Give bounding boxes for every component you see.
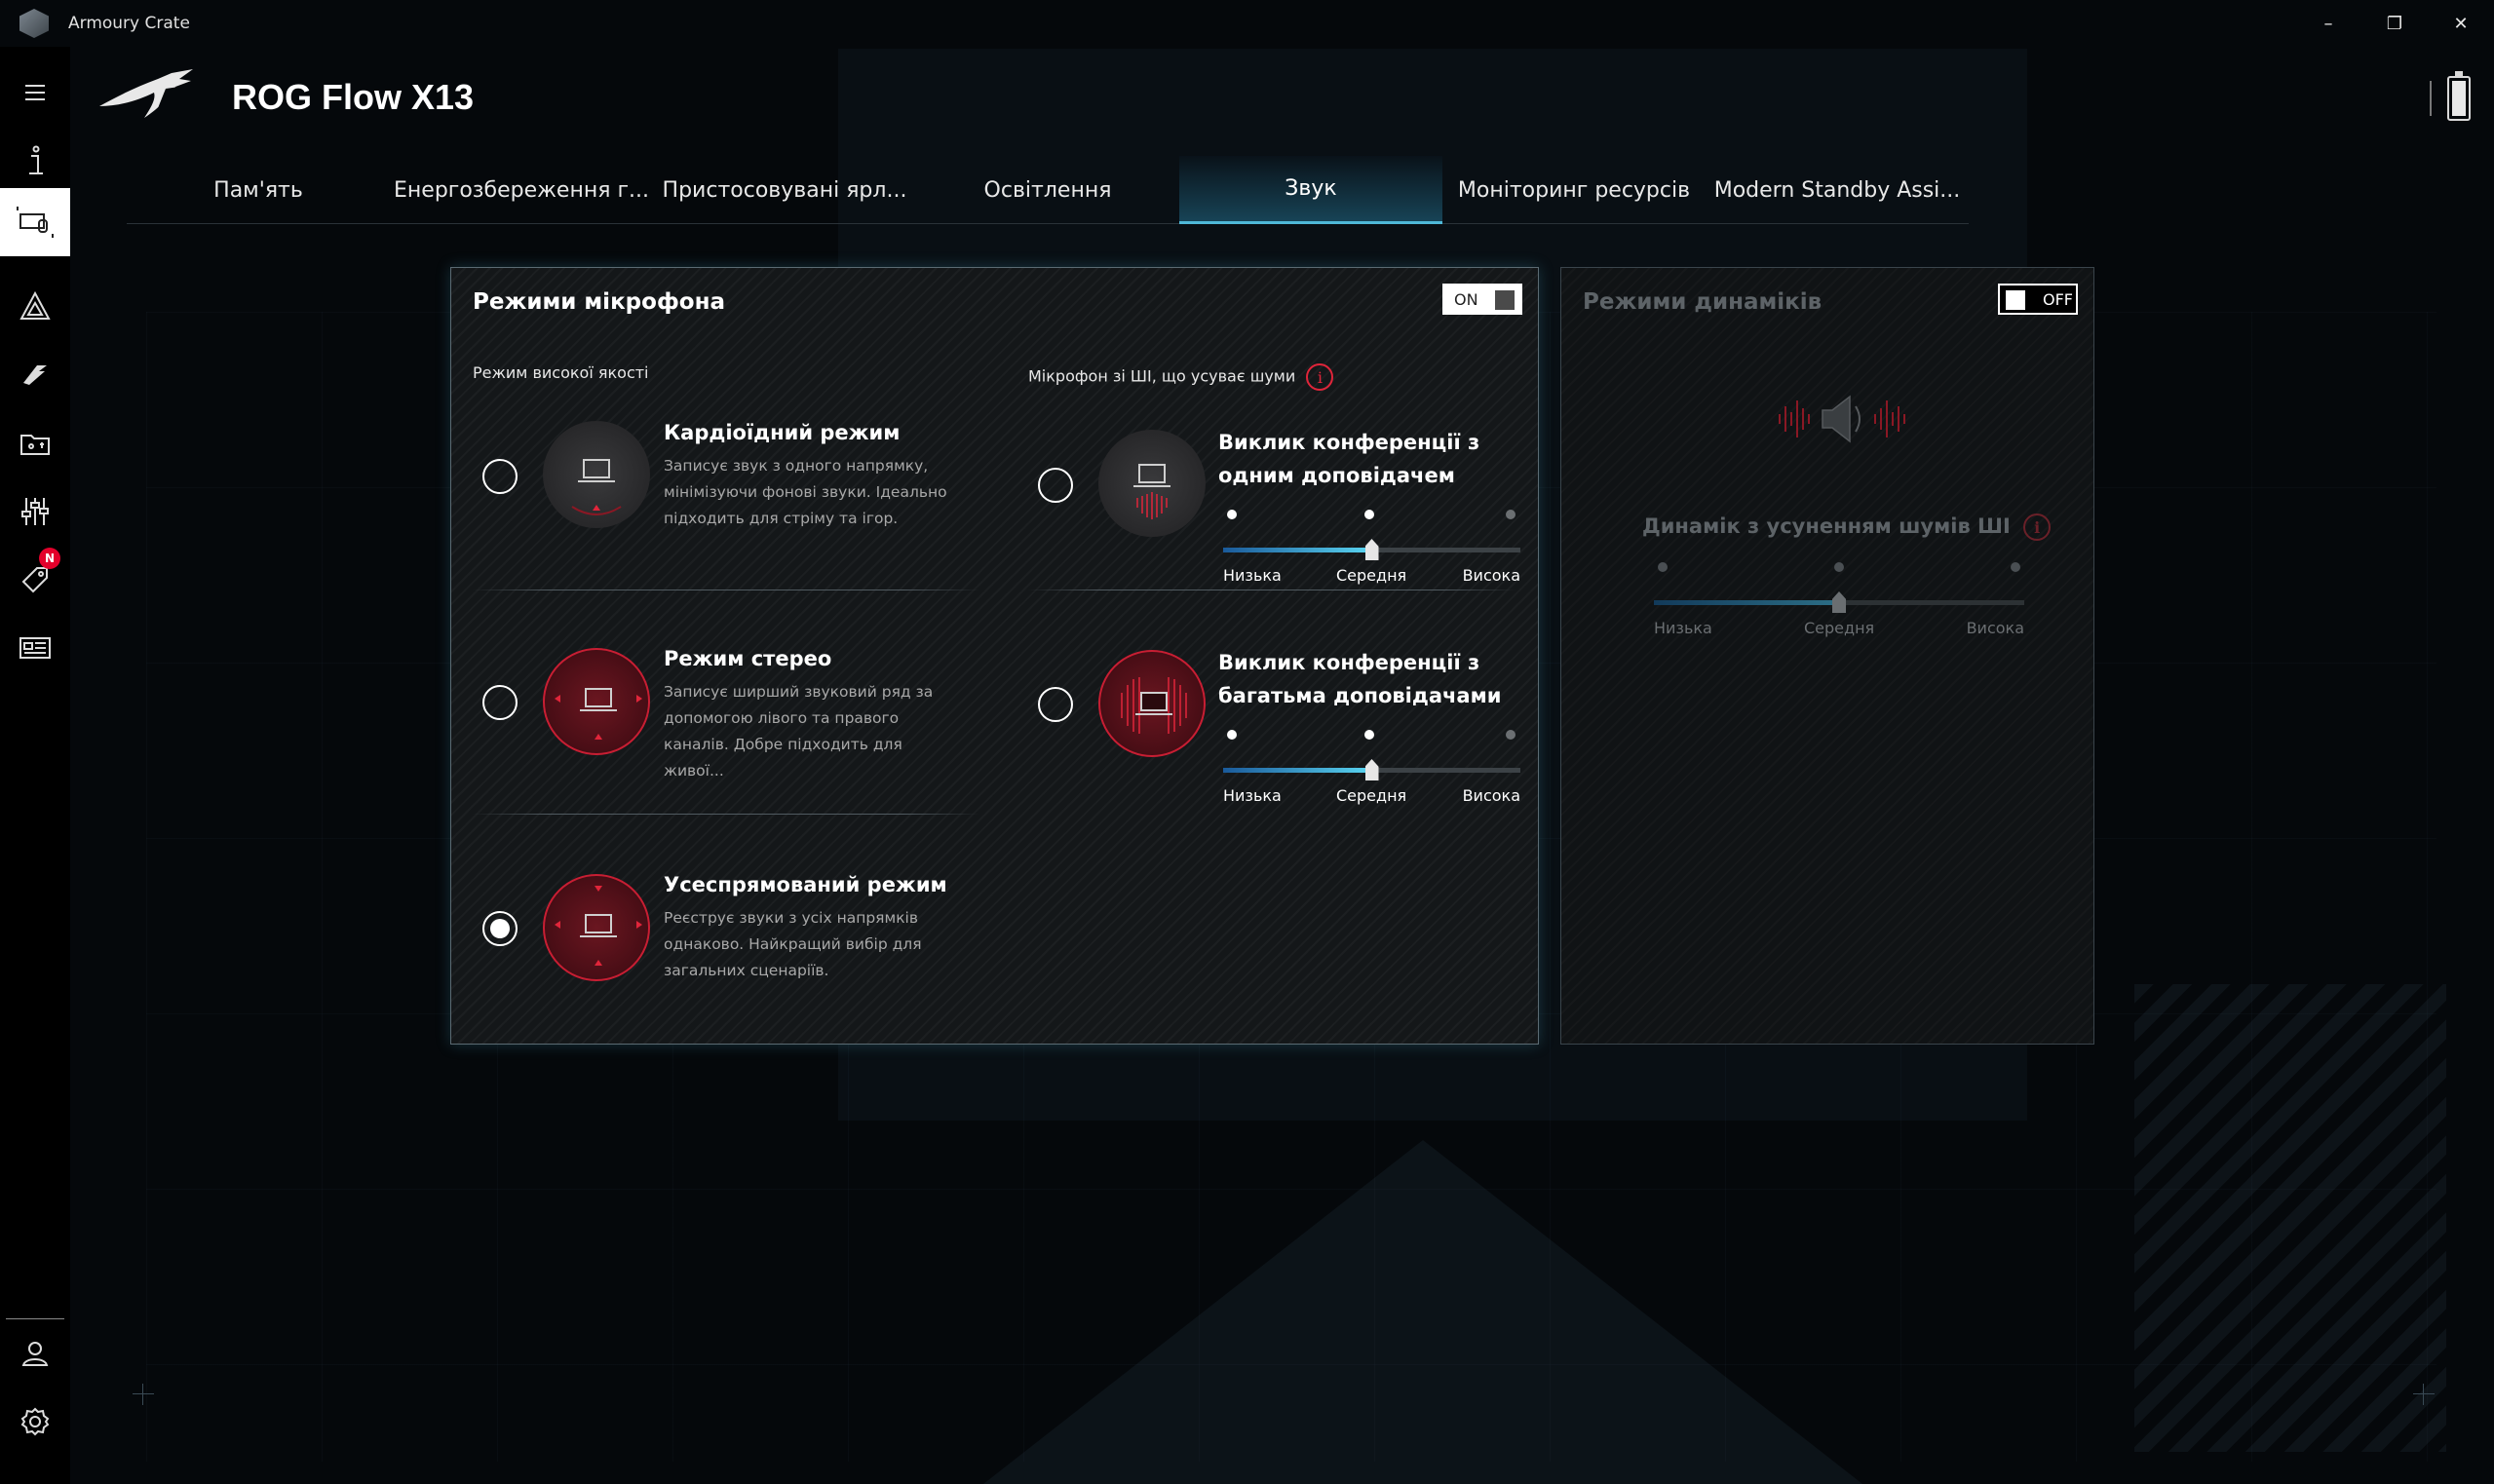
ai-speaker-info-icon[interactable]: i: [2023, 514, 2052, 541]
slider-label-high: Висока: [1966, 619, 2024, 637]
close-button[interactable]: ✕: [2428, 0, 2494, 47]
tab-memory[interactable]: Пам'ять: [127, 156, 390, 224]
info-icon[interactable]: [0, 127, 70, 195]
slider-stop[interactable]: [1834, 562, 1844, 572]
armoury-crate-logo-icon: [19, 9, 49, 38]
ai-mic-info-icon[interactable]: i: [1306, 363, 1334, 391]
multi-speaker-mode-icon: [1098, 650, 1206, 757]
slider-stop[interactable]: [1227, 730, 1237, 740]
multi-speaker-radio[interactable]: [1038, 687, 1073, 722]
single-speaker-title: Виклик конференції з одним доповідачем: [1218, 426, 1479, 492]
slider-label-low: Низька: [1654, 619, 1712, 637]
stereo-desc: Записує ширший звуковий ряд за допомогою…: [664, 683, 934, 780]
settings-icon[interactable]: [0, 1388, 70, 1456]
title-bar: Armoury Crate – ❐ ✕: [0, 0, 2494, 47]
mic-toggle[interactable]: ON: [1442, 284, 1522, 315]
deals-icon[interactable]: N: [0, 546, 70, 614]
slider-label-high: Висока: [1462, 566, 1520, 585]
cardioid-title: Кардіоїдний режим: [664, 421, 901, 444]
tab-lighting[interactable]: Освітлення: [916, 156, 1179, 224]
mic-panel-title: Режими мікрофона: [473, 289, 725, 315]
cardioid-desc: Записує звук з одного напрямку, мінімізу…: [664, 457, 947, 527]
multi-speaker-title-line1: Виклик конференції з: [1218, 651, 1480, 674]
single-speaker-title-line1: Виклик конференції з: [1218, 431, 1480, 454]
speaker-panel-title: Режими динаміків: [1583, 289, 1823, 315]
menu-icon[interactable]: [0, 58, 70, 127]
divider: [473, 814, 979, 815]
speaker-modes-panel: Режими динаміків OFF Динамік з усуненням…: [1560, 267, 2094, 1045]
cardioid-mode-icon: [543, 421, 650, 528]
mic-toggle-label: ON: [1454, 289, 1478, 309]
slider-label-low: Низька: [1223, 566, 1282, 585]
scenario-profiles-icon[interactable]: [0, 477, 70, 546]
ai-mic-label: Мікрофон зі ШІ, що усуває шуми: [1028, 366, 1296, 386]
speaker-wave-icon: [1779, 395, 1905, 443]
tab-custom-hotkeys[interactable]: Пристосовувані ярл...: [653, 156, 916, 224]
omnidirectional-radio[interactable]: [482, 911, 518, 946]
omnidirectional-mode-icon: [543, 874, 650, 981]
slider-fill: [1654, 600, 1839, 605]
cardioid-radio[interactable]: [482, 459, 518, 494]
game-library-icon[interactable]: [0, 409, 70, 477]
slider-thumb[interactable]: [1364, 759, 1379, 780]
tab-power-saving[interactable]: Енергозбереження г...: [390, 156, 653, 224]
omnidirectional-title: Усеспрямований режим: [664, 873, 947, 896]
slider-stop[interactable]: [2011, 562, 2020, 572]
rog-logo-icon: [99, 69, 193, 118]
tab-modern-standby[interactable]: Modern Standby Assi...: [1706, 156, 1969, 224]
window-title: Armoury Crate: [68, 14, 190, 33]
tab-resource-monitor[interactable]: Моніторинг ресурсів: [1442, 156, 1706, 224]
device-header: ROG Flow X13: [97, 58, 474, 136]
speaker-toggle[interactable]: OFF: [1998, 284, 2078, 315]
microphone-modes-panel: Режими мікрофона ON Режим високої якості…: [450, 267, 1539, 1045]
single-speaker-slider[interactable]: Низька Середня Висока: [1223, 510, 1520, 588]
speaker-toggle-label: OFF: [2043, 289, 2073, 309]
multi-speaker-title: Виклик конференції з багатьма доповідача…: [1218, 646, 1501, 712]
single-speaker-mode-icon: [1098, 430, 1206, 537]
omnidirectional-desc: Реєструє звуки з усіх напрямків однаково…: [664, 909, 922, 979]
slider-stop[interactable]: [1506, 510, 1516, 519]
slider-label-mid: Середня: [1804, 619, 1875, 637]
slider-label-mid: Середня: [1336, 566, 1407, 585]
device-tabs: Пам'ять Енергозбереження г... Пристосову…: [127, 156, 1969, 224]
slider-stop[interactable]: [1364, 510, 1374, 519]
restore-button[interactable]: ❐: [2361, 0, 2428, 47]
slider-stop[interactable]: [1227, 510, 1237, 519]
news-icon[interactable]: [0, 614, 70, 682]
stereo-mode-icon: [543, 648, 650, 755]
stereo-title: Режим стерео: [664, 647, 832, 670]
slider-stop[interactable]: [1658, 562, 1668, 572]
stereo-radio[interactable]: [482, 685, 518, 720]
single-speaker-radio[interactable]: [1038, 468, 1073, 503]
slider-thumb[interactable]: [1364, 539, 1379, 560]
single-speaker-title-line2: одним доповідачем: [1218, 464, 1455, 487]
ai-speaker-label: Динамік з усуненням шумів ШІ: [1642, 514, 2011, 538]
slider-stop[interactable]: [1364, 730, 1374, 740]
device-name: ROG Flow X13: [232, 77, 475, 117]
speaker-noise-slider[interactable]: Низька Середня Висока: [1654, 562, 2024, 640]
sidebar: N: [0, 47, 70, 1484]
ai-mic-label-row: Мікрофон зі ШІ, що усуває шуми i: [1028, 363, 1334, 391]
slider-label-mid: Середня: [1336, 786, 1407, 805]
notification-badge: N: [39, 548, 60, 569]
slider-label-low: Низька: [1223, 786, 1282, 805]
armoury-icon[interactable]: [0, 341, 70, 409]
slider-stop[interactable]: [1506, 730, 1516, 740]
ai-speaker-label-row: Динамік з усуненням шумів ШІ i: [1642, 514, 2052, 541]
slider-fill: [1223, 768, 1372, 773]
window-controls: – ❐ ✕: [2295, 0, 2494, 47]
multi-speaker-title-line2: багатьма доповідачами: [1218, 684, 1502, 707]
user-center-icon[interactable]: [0, 1319, 70, 1388]
device-icon[interactable]: [0, 188, 70, 256]
slider-thumb[interactable]: [1832, 591, 1846, 613]
tab-sound[interactable]: Звук: [1179, 156, 1442, 224]
slider-label-high: Висока: [1462, 786, 1520, 805]
hq-mode-label: Режим високої якості: [473, 363, 649, 382]
minimize-button[interactable]: –: [2295, 0, 2361, 47]
battery-icon: [2447, 71, 2471, 121]
battery-indicator: [2430, 71, 2471, 121]
multi-speaker-slider[interactable]: Низька Середня Висока: [1223, 730, 1520, 808]
aura-icon[interactable]: [0, 273, 70, 341]
slider-fill: [1223, 548, 1372, 552]
